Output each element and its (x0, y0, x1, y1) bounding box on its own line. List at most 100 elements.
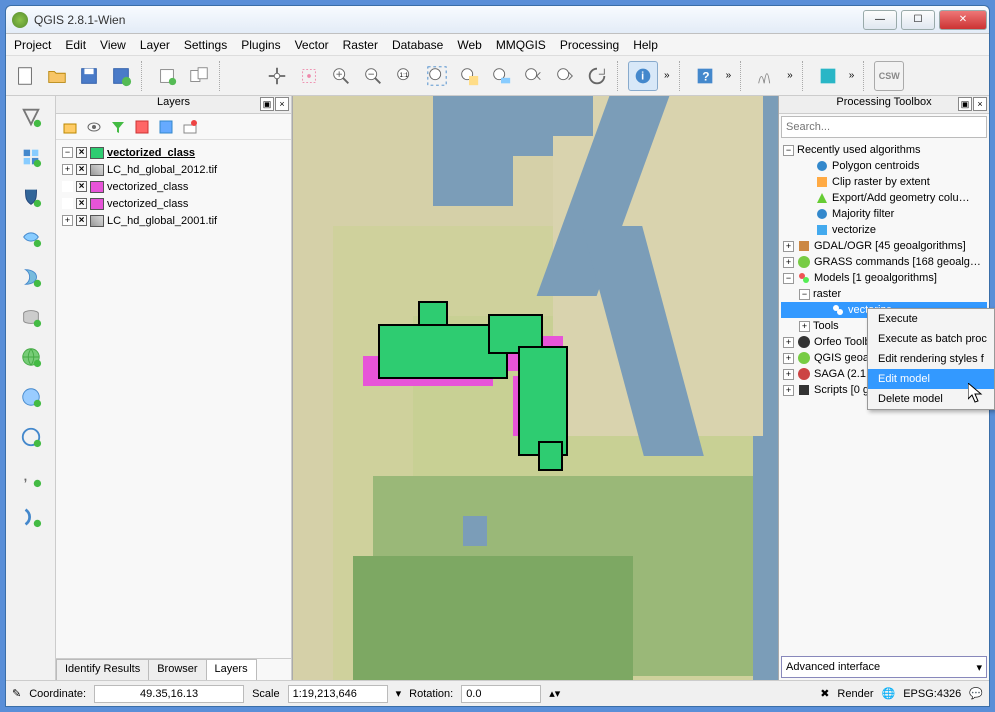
algo-item[interactable]: Majority filter (832, 208, 894, 220)
add-mssql-button[interactable] (14, 260, 48, 294)
tab-layers[interactable]: Layers (206, 659, 257, 680)
toolbox-undock-button[interactable]: ▣ (958, 97, 972, 111)
visibility-button[interactable] (84, 117, 104, 137)
layer-row[interactable]: +×LC_hd_global_2012.tif (62, 161, 289, 178)
histogram-button[interactable] (751, 61, 781, 91)
csw-button[interactable]: CSW (874, 61, 904, 91)
menu-view[interactable]: View (100, 38, 126, 52)
toolbox-search-input[interactable] (781, 116, 987, 138)
zoom-next-button[interactable] (550, 61, 580, 91)
add-csv-button[interactable]: , (14, 460, 48, 494)
refresh-button[interactable] (582, 61, 612, 91)
map-canvas[interactable] (292, 96, 779, 680)
toggle-extents-icon[interactable]: ✎ (12, 687, 21, 700)
add-oracle-button[interactable] (14, 300, 48, 334)
save-as-button[interactable] (106, 61, 136, 91)
zoom-full-button[interactable] (422, 61, 452, 91)
zoom-in-button[interactable] (326, 61, 356, 91)
interface-mode-combo[interactable]: Advanced interface▾ (781, 656, 987, 678)
add-vector-button[interactable] (14, 100, 48, 134)
add-group-button[interactable] (60, 117, 80, 137)
models-tools-group[interactable]: Tools (813, 320, 839, 332)
menu-raster[interactable]: Raster (343, 38, 378, 52)
plugin-button[interactable] (813, 61, 843, 91)
menu-settings[interactable]: Settings (184, 38, 227, 52)
layers-undock-button[interactable]: ▣ (260, 97, 274, 111)
menu-mmqgis[interactable]: MMQGIS (496, 38, 546, 52)
toolbox-close-button[interactable]: × (973, 97, 987, 111)
help-button[interactable]: ? (690, 61, 720, 91)
tab-browser[interactable]: Browser (148, 659, 206, 680)
menu-web[interactable]: Web (457, 38, 481, 52)
new-project-button[interactable] (10, 61, 40, 91)
menu-edit[interactable]: Edit (65, 38, 86, 52)
coordinate-input[interactable] (94, 685, 244, 703)
pan-selection-button[interactable] (294, 61, 324, 91)
menu-plugins[interactable]: Plugins (241, 38, 280, 52)
zoom-last-button[interactable] (518, 61, 548, 91)
add-spatialite-button[interactable] (14, 220, 48, 254)
ctx-edit-model[interactable]: Edit model (868, 369, 994, 389)
add-virtual-button[interactable] (14, 500, 48, 534)
expand-all-button[interactable] (132, 117, 152, 137)
ctx-execute-batch[interactable]: Execute as batch proc (868, 329, 994, 349)
zoom-native-button[interactable]: 1:1 (390, 61, 420, 91)
remove-layer-button[interactable] (180, 117, 200, 137)
menu-processing[interactable]: Processing (560, 38, 619, 52)
toolbar-overflow-1[interactable]: » (660, 70, 674, 81)
menu-database[interactable]: Database (392, 38, 443, 52)
layer-row[interactable]: +×LC_hd_global_2001.tif (62, 212, 289, 229)
pan-button[interactable] (262, 61, 292, 91)
open-project-button[interactable] (42, 61, 72, 91)
collapse-all-button[interactable] (156, 117, 176, 137)
messages-icon[interactable]: 💬 (969, 687, 983, 700)
add-postgis-button[interactable] (14, 180, 48, 214)
rotation-input[interactable] (461, 685, 541, 703)
ctx-delete-model[interactable]: Delete model (868, 389, 994, 409)
toolbar-overflow-4[interactable]: » (845, 70, 859, 81)
layer-tree[interactable]: −×vectorized_class +×LC_hd_global_2012.t… (56, 140, 291, 658)
filter-button[interactable] (108, 117, 128, 137)
composer-manager-button[interactable] (184, 61, 214, 91)
provider-orfeo[interactable]: Orfeo Toolb (814, 336, 871, 348)
rotation-stepper-icon[interactable]: ▴▾ (549, 687, 560, 700)
algo-item[interactable]: Polygon centroids (832, 160, 919, 172)
add-wfs-button[interactable] (14, 420, 48, 454)
provider-grass[interactable]: GRASS commands [168 geoalg… (814, 256, 981, 268)
crs-label[interactable]: EPSG:4326 (903, 688, 961, 700)
provider-models[interactable]: Models [1 geoalgorithms] (814, 272, 937, 284)
layer-row[interactable]: ×vectorized_class (62, 178, 289, 195)
algo-item[interactable]: vectorize (832, 224, 876, 236)
layers-close-button[interactable]: × (275, 97, 289, 111)
close-button[interactable]: ✕ (939, 10, 987, 30)
save-button[interactable] (74, 61, 104, 91)
algo-item[interactable]: Clip raster by extent (832, 176, 930, 188)
scale-dropdown-icon[interactable]: ▾ (396, 687, 402, 700)
provider-gdal[interactable]: GDAL/OGR [45 geoalgorithms] (814, 240, 966, 252)
toolbar-overflow-3[interactable]: » (783, 70, 797, 81)
maximize-button[interactable]: ☐ (901, 10, 935, 30)
add-wcs-button[interactable] (14, 380, 48, 414)
menu-layer[interactable]: Layer (140, 38, 170, 52)
add-wms-button[interactable] (14, 340, 48, 374)
crs-icon[interactable]: 🌐 (882, 687, 896, 700)
minimize-button[interactable]: — (863, 10, 897, 30)
new-composer-button[interactable] (152, 61, 182, 91)
algo-item[interactable]: Export/Add geometry colu… (832, 192, 970, 204)
provider-qgis[interactable]: QGIS geoa (814, 352, 869, 364)
scale-combo[interactable] (288, 685, 388, 703)
render-checkbox-label[interactable]: Render (837, 688, 873, 700)
toolbar-overflow-2[interactable]: » (722, 70, 736, 81)
zoom-selection-button[interactable] (454, 61, 484, 91)
layer-row[interactable]: −×vectorized_class (62, 144, 289, 161)
identify-button[interactable]: i (628, 61, 658, 91)
ctx-execute[interactable]: Execute (868, 309, 994, 329)
ctx-edit-rendering[interactable]: Edit rendering styles f (868, 349, 994, 369)
add-raster-button[interactable] (14, 140, 48, 174)
zoom-layer-button[interactable] (486, 61, 516, 91)
provider-scripts[interactable]: Scripts [0 g (814, 384, 869, 396)
menu-help[interactable]: Help (633, 38, 658, 52)
recent-algorithms-group[interactable]: Recently used algorithms (797, 144, 921, 156)
menu-vector[interactable]: Vector (295, 38, 329, 52)
models-raster-group[interactable]: raster (813, 288, 841, 300)
